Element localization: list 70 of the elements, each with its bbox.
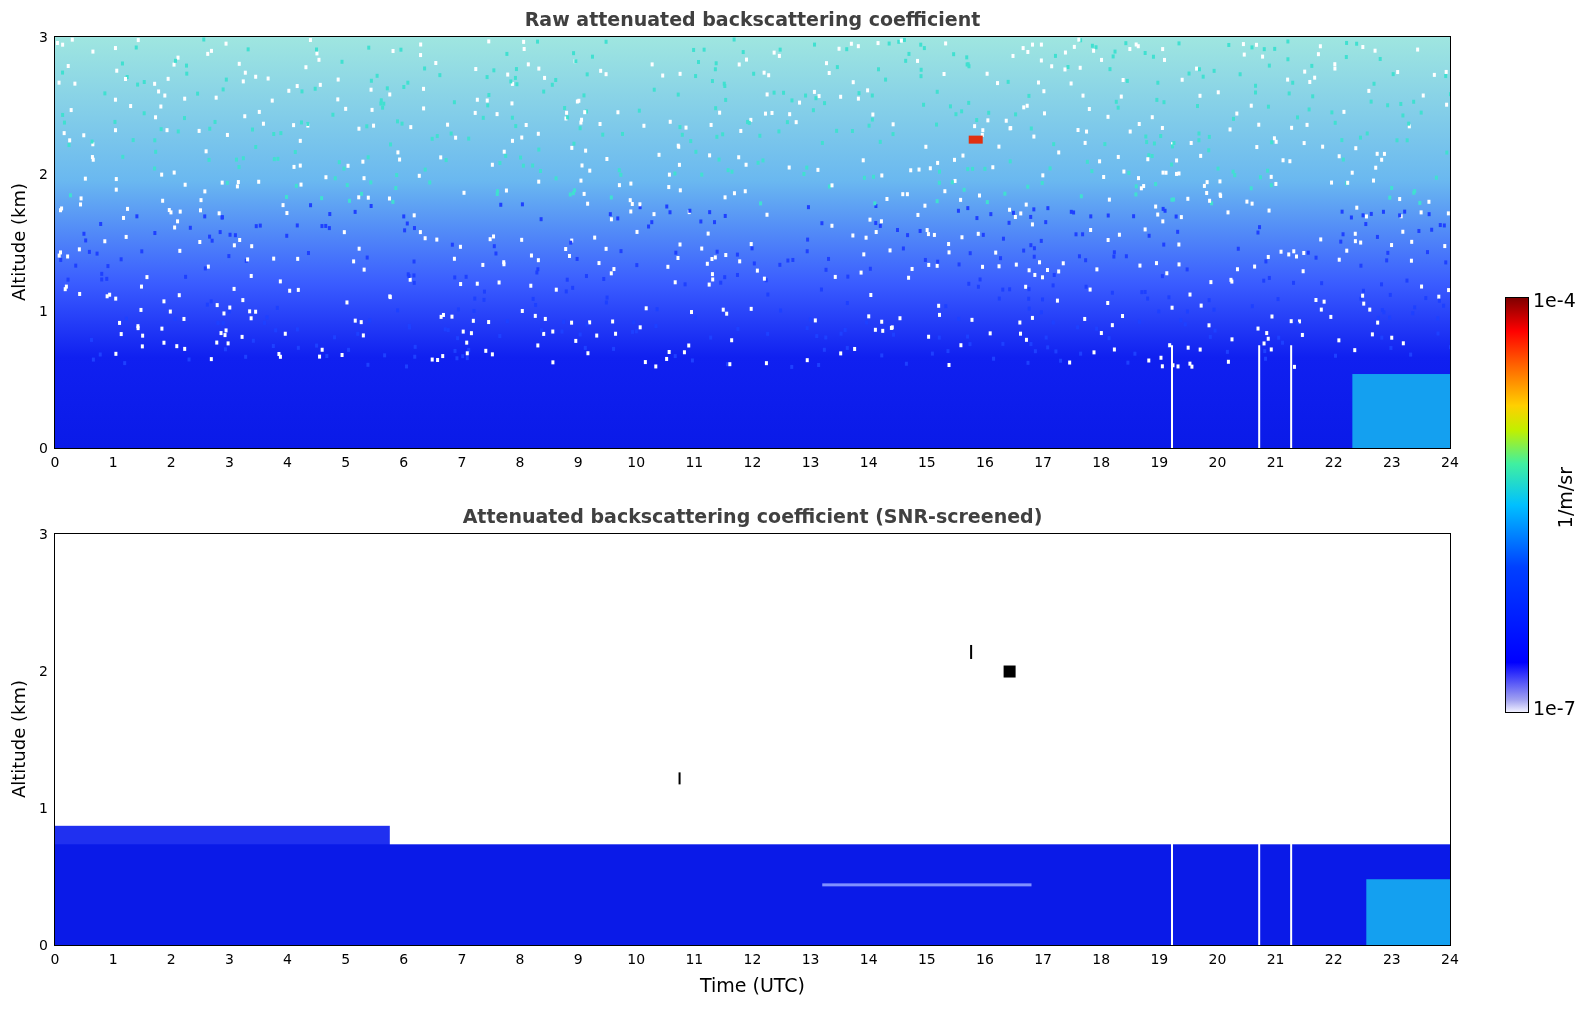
x-tick-label: 4 [283,454,292,470]
x-tick-label: 7 [457,951,467,967]
x-axis-label: Time (UTC) [699,974,806,996]
colorbar-unit-label: 1/m/sr [1553,467,1576,529]
x-tick-label: 22 [1324,454,1343,470]
x-tick-label: 0 [50,951,60,967]
y-tick-label: 0 [39,440,48,456]
x-tick-label: 18 [1092,951,1111,967]
x-tick-label: 11 [685,454,704,470]
x-tick-label: 12 [743,951,762,967]
chart-title: Attenuated backscattering coefficient (SNR-screened) [461,505,1044,529]
x-tick-label: 3 [224,454,234,470]
x-tick-label: 17 [1034,454,1053,470]
y-tick-label: 3 [39,526,48,542]
x-tick-label: 23 [1382,454,1401,470]
x-tick-label: 7 [457,454,467,470]
y-tick-label: 2 [39,663,48,679]
x-tick-label: 21 [1266,454,1285,470]
x-tick-label: 13 [801,951,820,967]
x-tick-label: 6 [399,951,409,967]
y-tick-label: 3 [39,29,48,45]
cloud-patch [968,135,983,144]
x-tick-label: 22 [1324,951,1343,967]
x-tick-label: 14 [859,454,878,470]
y-axis-label: Altitude (km) [8,680,29,799]
y-tick-label: 2 [39,166,48,182]
x-tick-label: 1 [108,951,118,967]
x-tick-label: 8 [515,951,525,967]
x-tick-label: 1 [108,454,118,470]
colorbar-max-label: 1e-4 [1533,289,1576,311]
x-tick-label: 16 [976,951,994,967]
x-tick-label: 18 [1092,454,1111,470]
x-tick-label: 12 [743,454,762,470]
x-tick-label: 5 [341,454,351,470]
x-tick-label: 24 [1441,951,1459,967]
x-tick-label: 21 [1266,951,1285,967]
x-tick-label: 20 [1208,951,1227,967]
x-tick-label: 23 [1382,951,1401,967]
x-tick-label: 16 [976,454,994,470]
x-tick-label: 15 [917,951,936,967]
y-tick-label: 0 [39,937,48,953]
x-tick-label: 2 [166,951,176,967]
x-tick-label: 17 [1034,951,1053,967]
cloud-patch [678,772,681,785]
cloud-patch [1003,665,1016,678]
cloud-patch [970,644,973,659]
x-tick-label: 13 [801,454,820,470]
y-tick-label: 1 [39,800,48,816]
x-tick-label: 0 [50,454,60,470]
x-tick-label: 9 [573,951,583,967]
x-tick-label: 14 [859,951,878,967]
x-tick-label: 10 [627,454,646,470]
x-tick-label: 10 [627,951,646,967]
x-tick-label: 6 [399,454,409,470]
x-tick-label: 3 [224,951,234,967]
x-tick-label: 8 [515,454,525,470]
x-tick-label: 19 [1150,951,1169,967]
chart-title: Raw attenuated backscattering coefficient [523,8,982,32]
x-tick-label: 15 [917,454,936,470]
x-tick-label: 24 [1441,454,1459,470]
y-axis-label: Altitude (km) [8,183,29,302]
x-tick-label: 2 [166,454,176,470]
x-tick-label: 5 [341,951,351,967]
x-tick-label: 9 [573,454,583,470]
y-tick-label: 1 [39,303,48,319]
x-tick-label: 19 [1150,454,1169,470]
x-tick-label: 11 [685,951,704,967]
x-tick-label: 20 [1208,454,1227,470]
colorbar-min-label: 1e-7 [1533,697,1576,719]
x-tick-label: 4 [283,951,292,967]
